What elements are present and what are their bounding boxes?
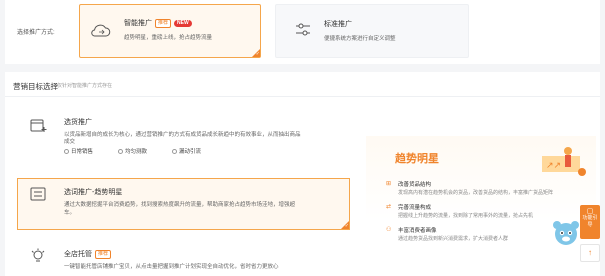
sliders-icon xyxy=(296,23,310,36)
check-icon: ✓ xyxy=(255,51,260,57)
feature-guide-button[interactable]: ▢ 功能引导 xyxy=(580,205,600,239)
svg-text:↗↗: ↗↗ xyxy=(546,160,561,170)
recommend-badge: 推荐 xyxy=(155,18,172,28)
new-badge: NEW xyxy=(174,19,192,27)
option-title: 全店托管 xyxy=(64,251,92,258)
option-title: 选货推广 xyxy=(64,119,92,126)
divider xyxy=(5,96,600,97)
feature-desc: 通过趋势货品找到新兴消费需求，扩大消费者人群 xyxy=(398,236,509,242)
goal-option-store-managed[interactable]: 全店托管 推荐 一键智能托管店铺推广宝贝，从点击量把握到推广计划实现全自动优化，省… xyxy=(17,242,350,276)
trend-illustration-icon: ↗↗ xyxy=(542,147,586,176)
promo-mode-label: 选择推广方式: xyxy=(17,30,55,36)
traffic-icon: ⇄ xyxy=(386,204,392,210)
goal-option-trend-star[interactable]: 选词推广-趋势明星 通过大数据挖掘平台消费趋势，找到搜索热度飙升的流量，帮助商家… xyxy=(17,178,350,230)
standard-promo-title: 标准推广 xyxy=(324,21,352,28)
user-icon: ⚇ xyxy=(386,227,392,233)
standard-promo-card[interactable]: 标准推广 便捷系统方案进行自定义调整 xyxy=(275,4,469,58)
structure-icon: ⊞ xyxy=(386,181,392,187)
guide-icon: ▢ xyxy=(586,208,594,215)
section-title: 营销目标选择 xyxy=(13,82,58,91)
back-to-top-button[interactable]: ↑ xyxy=(580,244,600,262)
section-subtitle: 仅针对智能推广方式存在 xyxy=(57,83,113,89)
option-desc: 成交 xyxy=(64,139,76,145)
check-icon: ✓ xyxy=(344,223,349,229)
promo-mode-panel: 选择推广方式: 智能推广 推荐 NEW 趋势明星，重磅上线，抢占趋势流量 ✓ 标准推… xyxy=(5,0,600,64)
standard-promo-desc: 便捷系统方案进行自定义调整 xyxy=(324,36,396,42)
smart-promo-title: 智能推广 xyxy=(124,20,152,27)
feature-title: 丰富消费者画像 xyxy=(398,228,437,234)
radio-label: 均匀测款 xyxy=(125,149,148,155)
trend-star-card: 趋势明星 ↗↗ ⊞ 改善货品结构 发现高内有潜在趋势机会的货品，改善货品的结构，… xyxy=(366,136,596,276)
arrow-up-icon: ↑ xyxy=(588,248,592,257)
option-title: 选词推广-趋势明星 xyxy=(64,189,123,196)
feature-desc: 把握线上升趋势的流量，找到除了常用事外的流量，抢占先机 xyxy=(398,213,534,219)
feature-desc: 发现高内有潜在趋势机会的货品，改善货品的结构，丰富推广货品矩阵 xyxy=(398,190,554,196)
recommend-badge: 推荐 xyxy=(95,249,112,259)
radio-icon xyxy=(118,149,123,155)
smart-promo-desc: 趋势明星，重磅上线，抢占趋势流量 xyxy=(124,35,213,41)
option-desc: 通过大数据挖掘平台消费趋势，找到搜索热度飙升的流量，帮助商家抢占趋势市场洼地，增… xyxy=(64,202,296,208)
cloud-sync-icon xyxy=(91,24,111,37)
bulb-icon xyxy=(31,248,45,262)
smart-promo-card[interactable]: 智能推广 推荐 NEW 趋势明星，重磅上线，抢占趋势流量 ✓ xyxy=(79,4,261,58)
radio-daily-sales[interactable]: 日常销售 xyxy=(64,147,93,155)
guide-label: 功能引导 xyxy=(582,215,598,228)
goal-option-product[interactable]: 选货推广 以货品新增自的成长为核心，通过营销推广的方式有成货品成长新趋中的有效事… xyxy=(17,108,350,162)
radio-icon xyxy=(172,149,177,155)
radio-even-test[interactable]: 均匀测款 xyxy=(118,147,147,155)
radio-label: 日常销售 xyxy=(71,149,94,155)
keyword-promo-icon xyxy=(30,187,46,201)
option-desc: 车。 xyxy=(64,210,76,216)
option-desc: 以货品新增自的成长为核心，通过营销推广的方式有成货品成长新趋中的有效事业，从而抽… xyxy=(64,132,301,138)
trend-card-title: 趋势明星 xyxy=(395,153,439,165)
marketing-goal-panel: 营销目标选择 仅针对智能推广方式存在 选货推广 以货品新增自的成长为核心，通过营… xyxy=(5,72,600,276)
feature-title: 改善货品结构 xyxy=(398,182,432,188)
radio-icon xyxy=(64,149,69,155)
radio-label: 漏动引流 xyxy=(179,149,202,155)
feature-title: 完善流量构成 xyxy=(398,205,432,211)
product-promo-icon xyxy=(30,119,47,132)
radio-traffic[interactable]: 漏动引流 xyxy=(172,147,201,155)
mascot-icon xyxy=(553,221,579,245)
option-desc: 一键智能托管店铺推广宝贝，从点击量把握到推广计划实现全自动优化，省时省力更放心 xyxy=(64,264,279,270)
